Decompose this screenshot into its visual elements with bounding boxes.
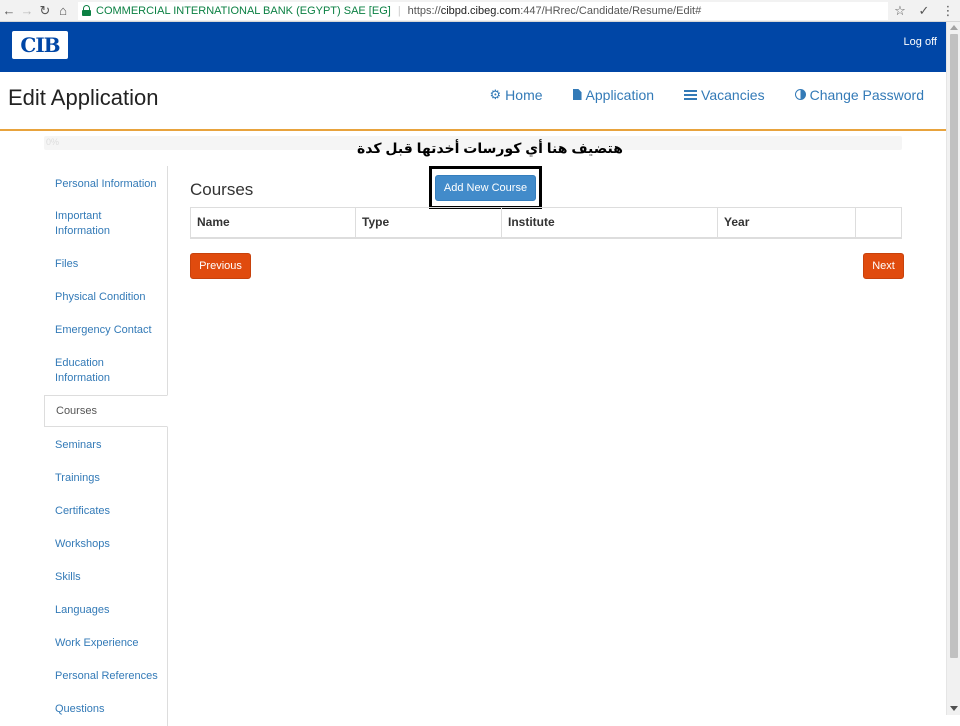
logoff-link[interactable]: Log off: [904, 36, 937, 48]
back-icon[interactable]: ←: [0, 2, 18, 20]
top-nav: Home Application Vacancies Change Passwo…: [490, 86, 924, 103]
courses-table: Name Type Institute Year: [190, 207, 902, 239]
sidebar-item-courses[interactable]: Courses: [44, 395, 168, 427]
nav-vacancies-link[interactable]: Vacancies: [684, 86, 765, 103]
sidebar-item-workshops[interactable]: Workshops: [44, 537, 168, 552]
table-header-row: Name Type Institute Year: [190, 207, 902, 239]
browser-toolbar: ← → ↻ ⌂ COMMERCIAL INTERNATIONAL BANK (E…: [0, 0, 960, 22]
sidebar-item-personal-references[interactable]: Personal References: [44, 669, 168, 684]
sidebar-nav: Personal Information Important Informati…: [44, 166, 168, 726]
scroll-down-icon[interactable]: [950, 706, 958, 711]
sidebar-item-seminars[interactable]: Seminars: [44, 438, 168, 453]
home-icon[interactable]: ⌂: [54, 2, 72, 20]
browser-menu-icon[interactable]: ⋮: [936, 3, 960, 19]
sidebar-item-trainings[interactable]: Trainings: [44, 471, 168, 486]
sidebar-item-physical-condition[interactable]: Physical Condition: [44, 290, 168, 305]
extension-icon[interactable]: ✓: [912, 3, 936, 19]
sidebar-item-work-experience[interactable]: Work Experience: [44, 636, 168, 651]
previous-button[interactable]: Previous: [190, 253, 251, 279]
sidebar-item-files[interactable]: Files: [44, 257, 168, 272]
page-scrollbar[interactable]: [946, 22, 960, 715]
list-icon: [684, 89, 698, 100]
file-icon: [572, 89, 582, 100]
address-bar[interactable]: COMMERCIAL INTERNATIONAL BANK (EGYPT) SA…: [78, 1, 888, 20]
scroll-thumb[interactable]: [950, 34, 958, 658]
column-header-type: Type: [355, 207, 502, 239]
nav-application-link[interactable]: Application: [572, 86, 654, 103]
logo-text: CIB: [20, 33, 60, 57]
sidebar-item-emergency-contact[interactable]: Emergency Contact: [44, 323, 168, 338]
nav-home-link[interactable]: Home: [490, 86, 542, 103]
sidebar-item-personal-information[interactable]: Personal Information: [44, 177, 168, 192]
add-new-course-button[interactable]: Add New Course: [435, 175, 536, 201]
cib-logo[interactable]: CIB: [12, 31, 68, 59]
nav-change-password-link[interactable]: Change Password: [794, 86, 924, 103]
site-header: CIB Log off: [0, 22, 946, 72]
sidebar-item-certificates[interactable]: Certificates: [44, 504, 168, 519]
sidebar-item-languages[interactable]: Languages: [44, 603, 168, 618]
lock-icon: [82, 5, 91, 16]
page-title: Edit Application: [8, 85, 159, 110]
column-header-actions: [855, 207, 902, 239]
column-header-year: Year: [717, 207, 856, 239]
sidebar-item-education-information[interactable]: Education Information: [44, 356, 134, 386]
highlight-box: Add New Course: [429, 166, 542, 209]
bookmark-star-icon[interactable]: ☆: [888, 3, 912, 19]
gear-icon: [490, 86, 502, 103]
section-title: Courses: [190, 180, 254, 199]
sidebar-item-skills[interactable]: Skills: [44, 570, 168, 585]
reload-icon[interactable]: ↻: [36, 2, 54, 20]
progress-label: 0%: [46, 137, 60, 147]
sidebar-item-important-information[interactable]: Important Information: [44, 209, 134, 239]
forward-icon[interactable]: →: [18, 2, 36, 20]
url-text[interactable]: https://cibpd.cibeg.com:447/HRrec/Candid…: [408, 5, 702, 17]
scroll-up-icon[interactable]: [950, 25, 958, 30]
column-header-name: Name: [190, 207, 356, 239]
title-bar: Edit Application Home Application Vacanc…: [0, 72, 946, 131]
next-button[interactable]: Next: [863, 253, 904, 279]
certificate-name: COMMERCIAL INTERNATIONAL BANK (EGYPT) SA…: [96, 4, 391, 17]
column-header-institute: Institute: [501, 207, 718, 239]
annotation-text: هتضيف هنا أي كورسات أخدتها قبل كدة: [357, 140, 623, 156]
contrast-icon: [794, 89, 806, 100]
